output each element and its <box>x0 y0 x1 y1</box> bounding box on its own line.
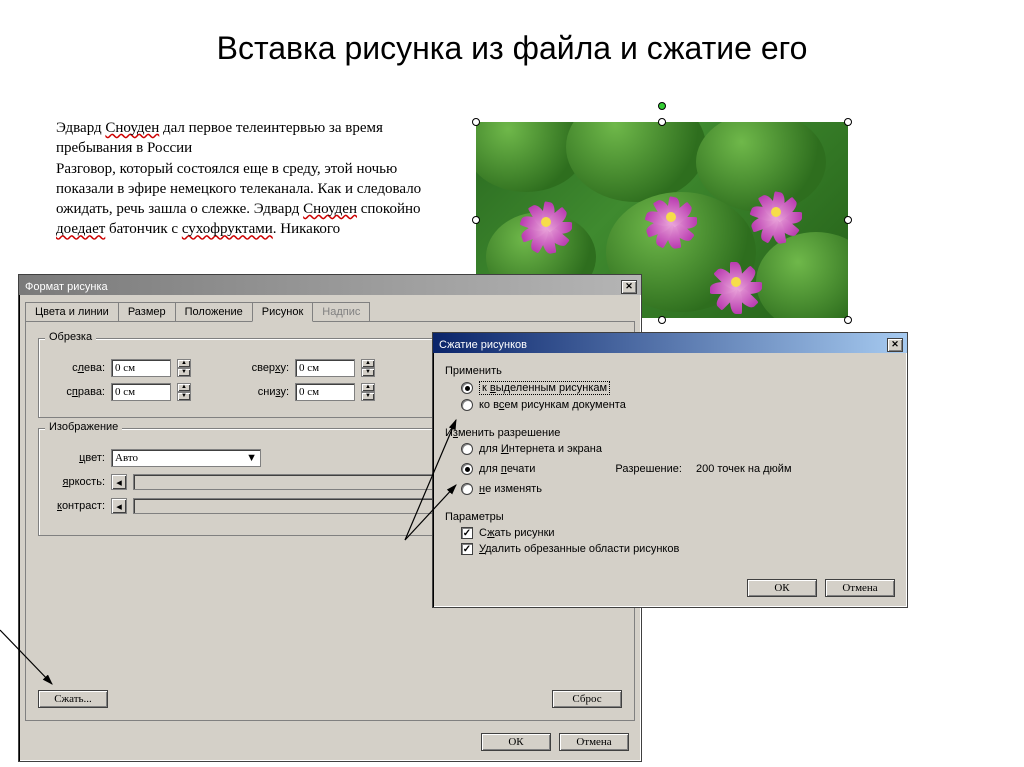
resolution-value: 200 точек на дюйм <box>696 463 792 475</box>
resize-handle-icon[interactable] <box>844 216 852 224</box>
slide-title: Вставка рисунка из файла и сжатие его <box>0 0 1024 67</box>
radio-icon <box>461 443 473 455</box>
crop-right-label: справа: <box>49 386 105 398</box>
radio-icon <box>461 463 473 475</box>
dialog-tabs: Цвета и линии Размер Положение Рисунок Н… <box>25 301 635 321</box>
contrast-label: контраст: <box>49 500 105 512</box>
ok-button[interactable]: ОК <box>481 733 551 751</box>
checkbox-icon <box>461 543 473 555</box>
checkbox-icon <box>461 527 473 539</box>
resolution-label: Разрешение: <box>615 463 682 475</box>
combo-value: Авто <box>115 452 138 464</box>
spinner[interactable]: ▲▼ <box>361 359 375 377</box>
crop-bottom-label: снизу: <box>233 386 289 398</box>
doc-txt: спокойно <box>357 201 421 217</box>
params-groupbox-title: Параметры <box>445 511 895 523</box>
crop-top-label: сверху: <box>233 362 289 374</box>
dialog-button-row: ОК Отмена <box>433 573 907 607</box>
cancel-button[interactable]: Отмена <box>559 733 629 751</box>
radio-icon <box>461 382 473 394</box>
dialog-titlebar[interactable]: Формат рисунка ✕ <box>19 275 641 295</box>
spinner[interactable]: ▲▼ <box>361 383 375 401</box>
doc-txt: батончик с <box>105 221 182 237</box>
check-delete-cropped[interactable]: Удалить обрезанные области рисунков <box>461 543 895 555</box>
close-icon[interactable]: ✕ <box>621 280 637 294</box>
spinner[interactable]: ▲▼ <box>177 359 191 377</box>
doc-txt: Эдвард <box>56 120 105 136</box>
compress-pictures-dialog: Сжатие рисунков ✕ Применить к выделенным… <box>432 332 908 608</box>
tab-colors-lines[interactable]: Цвета и линии <box>25 302 119 322</box>
document-body-text: Эдвард Сноуден дал первое телеинтервью з… <box>56 118 456 240</box>
dialog-title: Формат рисунка <box>25 281 108 293</box>
reset-button[interactable]: Сброс <box>552 690 622 708</box>
group-title: Обрезка <box>45 331 96 343</box>
ok-button[interactable]: ОК <box>747 579 817 597</box>
tab-text: Надпис <box>312 302 370 322</box>
spell-error: Сноуден <box>105 120 159 136</box>
cancel-button[interactable]: Отмена <box>825 579 895 597</box>
resize-handle-icon[interactable] <box>472 118 480 126</box>
tab-size[interactable]: Размер <box>118 302 176 322</box>
crop-right-input[interactable] <box>111 383 171 401</box>
close-icon[interactable]: ✕ <box>887 338 903 352</box>
spinner[interactable]: ▲▼ <box>177 383 191 401</box>
crop-left-input[interactable] <box>111 359 171 377</box>
tab-picture[interactable]: Рисунок <box>252 302 314 322</box>
group-title: Изображение <box>45 421 122 433</box>
radio-apply-selected[interactable]: к выделенным рисункам <box>461 381 895 395</box>
dialog-button-row: ОК Отмена <box>19 727 641 761</box>
radio-icon <box>461 399 473 411</box>
spell-error: Сноуден <box>303 201 357 217</box>
spell-error: доедает <box>56 221 105 237</box>
dialog-titlebar[interactable]: Сжатие рисунков ✕ <box>433 333 907 353</box>
radio-res-none[interactable]: не изменять <box>461 483 895 495</box>
doc-txt: . Никакого <box>273 221 340 237</box>
spell-error: сухофруктами <box>182 221 273 237</box>
resize-handle-icon[interactable] <box>844 118 852 126</box>
radio-res-print[interactable]: для печати <box>461 463 535 475</box>
resize-handle-icon[interactable] <box>844 316 852 324</box>
brightness-label: яркость: <box>49 476 105 488</box>
radio-res-web[interactable]: для Интернета и экрана <box>461 443 895 455</box>
check-compress[interactable]: Сжать рисунки <box>461 527 895 539</box>
chevron-down-icon: ▼ <box>246 452 257 464</box>
resize-handle-icon[interactable] <box>658 118 666 126</box>
crop-top-input[interactable] <box>295 359 355 377</box>
resize-handle-icon[interactable] <box>472 216 480 224</box>
radio-apply-all[interactable]: ко всем рисункам документа <box>461 399 895 411</box>
slider-left-button[interactable]: ◂ <box>111 498 127 514</box>
radio-icon <box>461 483 473 495</box>
slider-left-button[interactable]: ◂ <box>111 474 127 490</box>
resize-handle-icon[interactable] <box>658 316 666 324</box>
dialog-title: Сжатие рисунков <box>439 339 527 351</box>
color-combo[interactable]: Авто ▼ <box>111 449 261 467</box>
rotate-handle-icon[interactable] <box>658 102 666 110</box>
tab-position[interactable]: Положение <box>175 302 253 322</box>
crop-bottom-input[interactable] <box>295 383 355 401</box>
apply-groupbox-title: Применить <box>445 365 895 377</box>
color-label: цвет: <box>49 452 105 464</box>
crop-left-label: слева: <box>49 362 105 374</box>
compress-button[interactable]: Сжать... <box>38 690 108 708</box>
